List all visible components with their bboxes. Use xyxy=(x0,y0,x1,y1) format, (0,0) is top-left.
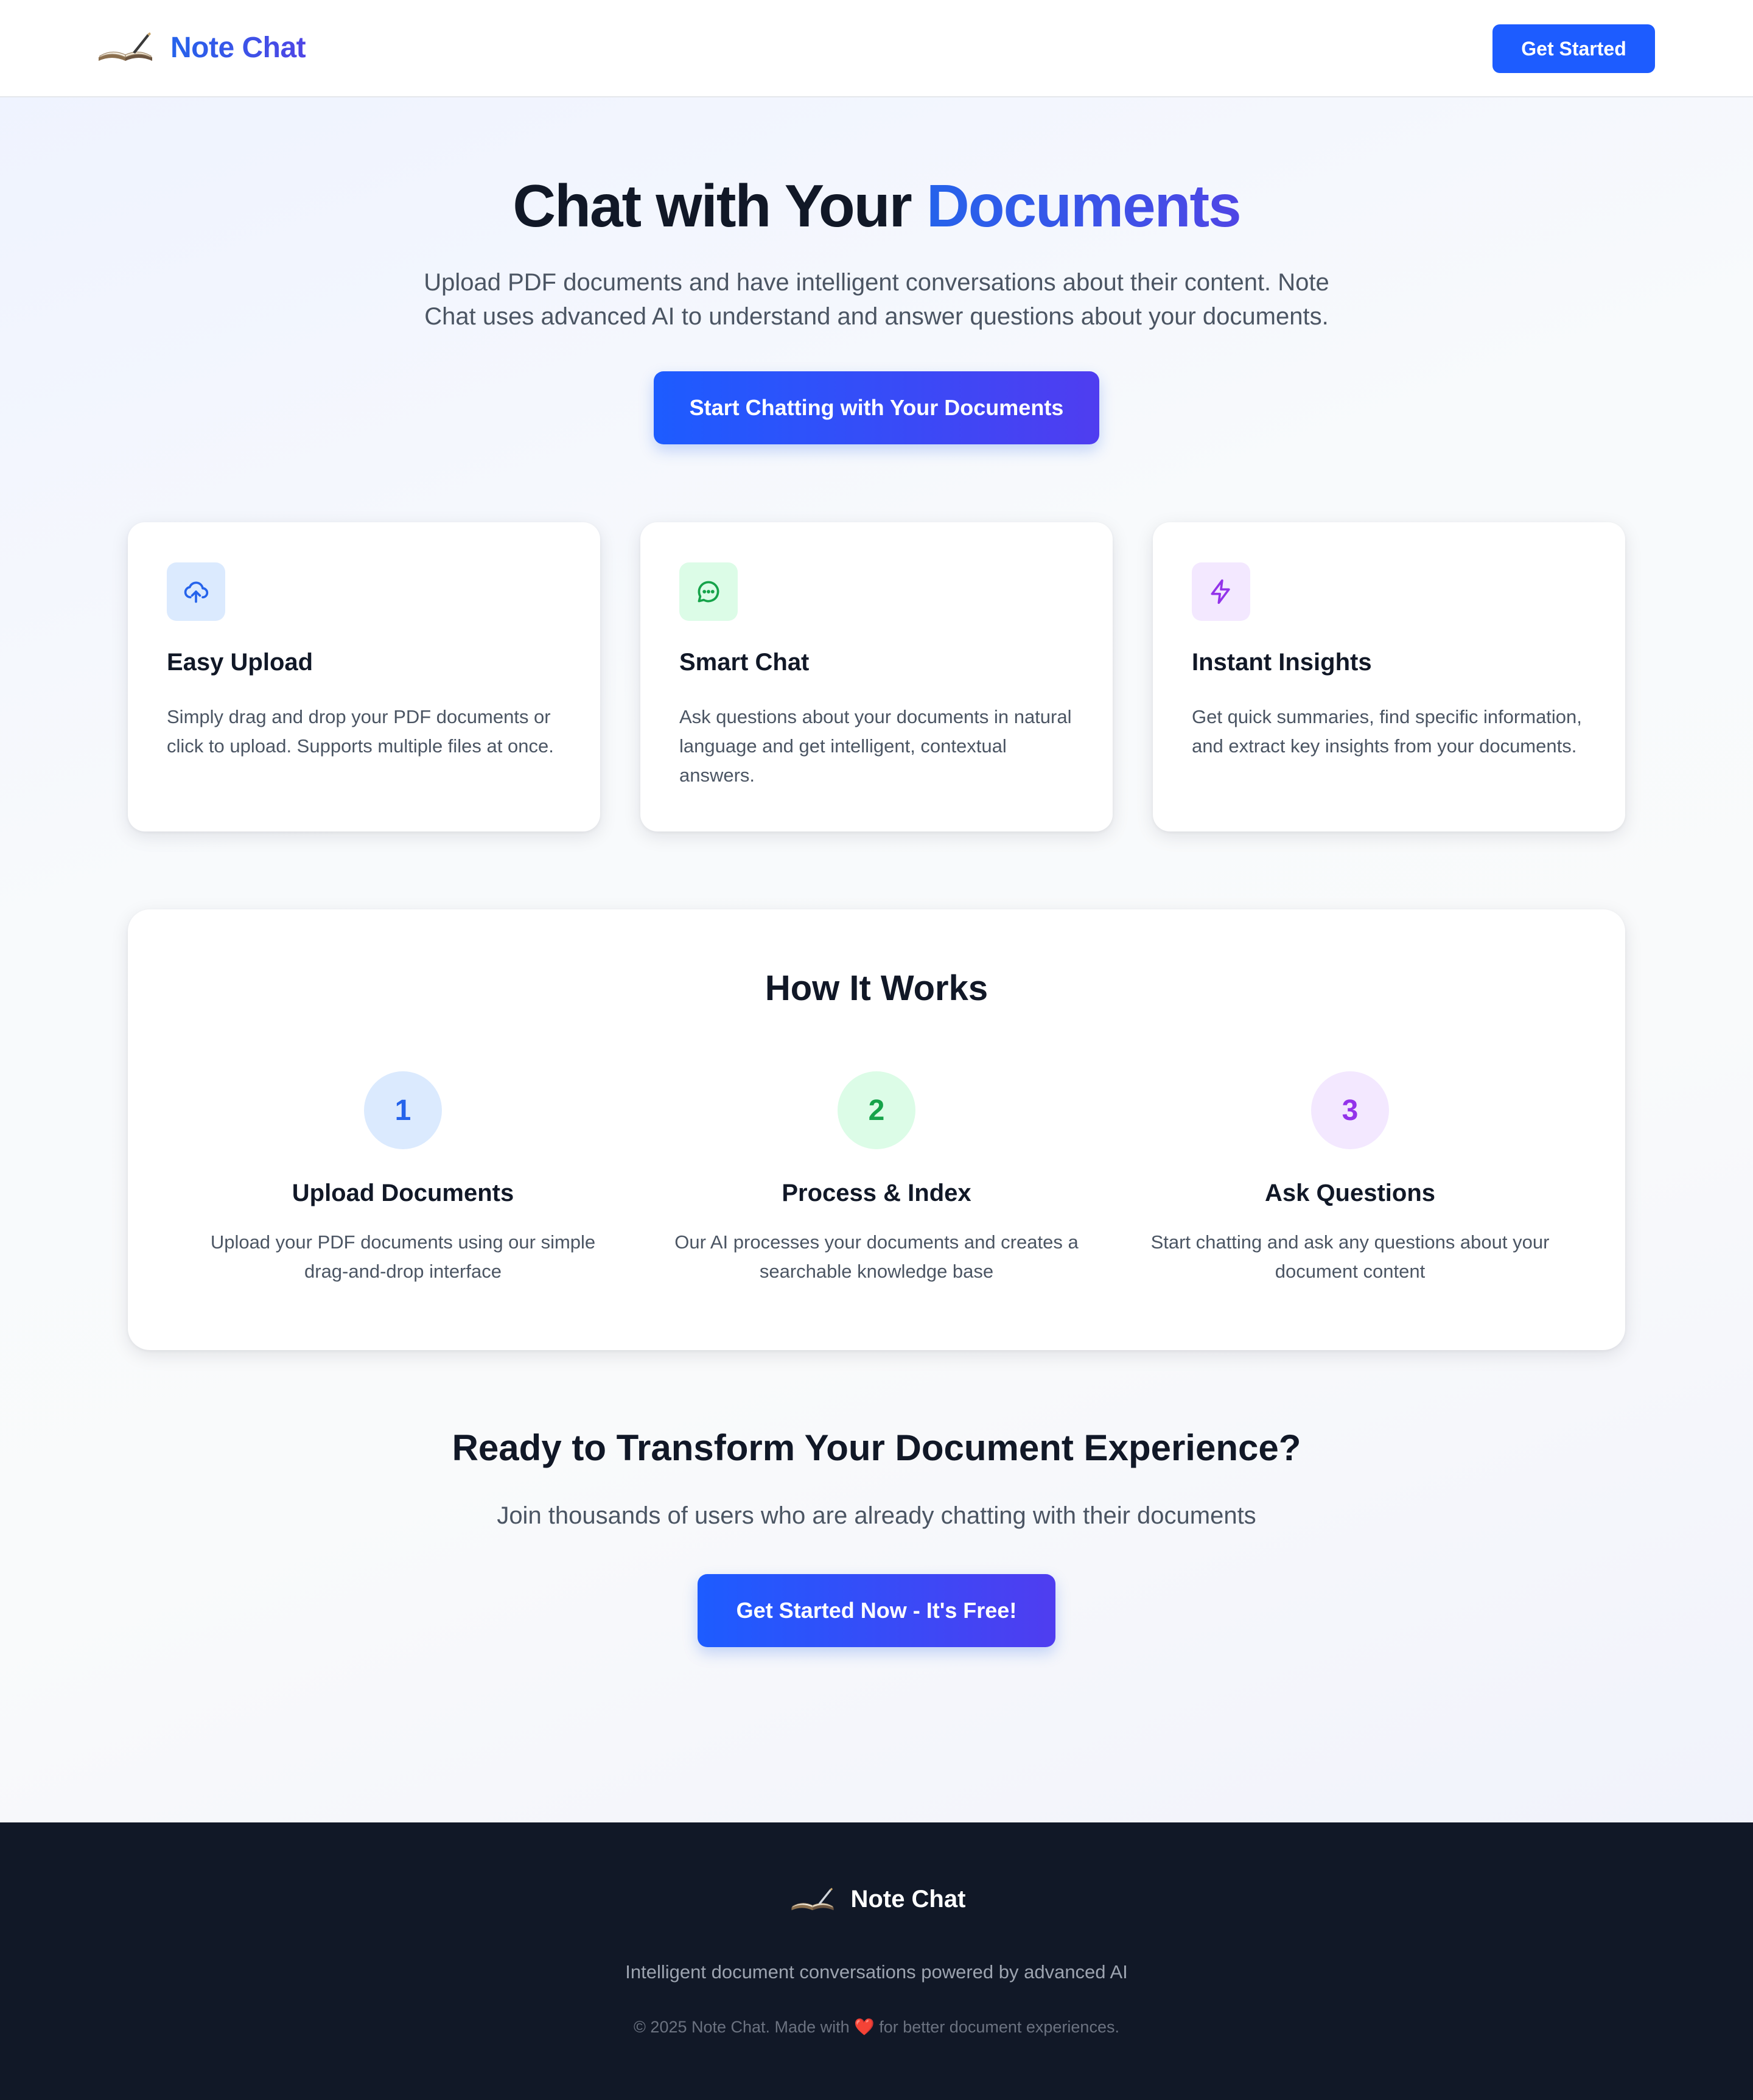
open-book-logo-icon xyxy=(791,1887,834,1910)
feature-description: Get quick summaries, find specific infor… xyxy=(1192,706,1582,757)
step-title: Upload Documents xyxy=(292,1180,514,1206)
step-title: Ask Questions xyxy=(1264,1180,1436,1206)
ready-subtitle: Join thousands of users who are already … xyxy=(497,1502,1256,1529)
heart-icon: ❤️ xyxy=(854,2018,875,2036)
hero-title-accent: Documents xyxy=(926,172,1242,239)
feature-card-smart-chat: Smart Chat Ask questions about your docu… xyxy=(640,522,1113,831)
lightning-icon xyxy=(1192,562,1250,621)
upload-cloud-icon xyxy=(167,562,225,621)
step-number-badge: 1 xyxy=(364,1071,442,1149)
get-started-button[interactable]: Get Started xyxy=(1492,24,1655,73)
feature-title: Instant Insights xyxy=(1192,649,1372,676)
footer-tagline: Intelligent document conversations power… xyxy=(625,1961,1128,1983)
how-it-works-section: How It Works 1 Upload Documents Upload y… xyxy=(128,909,1625,1350)
step-description: Upload your PDF documents using our simp… xyxy=(210,1231,596,1282)
hero-subtitle: Upload PDF documents and have intelligen… xyxy=(424,269,1329,330)
step-title: Process & Index xyxy=(782,1180,971,1206)
feature-description: Simply drag and drop your PDF documents … xyxy=(167,706,554,757)
step-number-badge: 2 xyxy=(838,1071,915,1149)
chat-bubble-icon xyxy=(679,562,738,621)
top-navigation-bar: Note Chat Get Started xyxy=(0,0,1753,97)
footer-copyright: © 2025 Note Chat. Made with ❤️ for bette… xyxy=(0,2017,1753,2037)
step-ask-questions: 3 Ask Questions Start chatting and ask a… xyxy=(1131,1071,1569,1286)
step-description: Our AI processes your documents and crea… xyxy=(674,1231,1079,1282)
hero-title: Chat with Your Documents xyxy=(0,172,1753,240)
feature-card-instant-insights: Instant Insights Get quick summaries, fi… xyxy=(1153,522,1625,831)
step-upload-documents: 1 Upload Documents Upload your PDF docum… xyxy=(184,1071,622,1286)
app-name: Note Chat xyxy=(170,31,306,64)
footer-app-name: Note Chat xyxy=(850,1886,966,1913)
feature-title: Smart Chat xyxy=(679,649,810,676)
step-number-badge: 3 xyxy=(1311,1071,1389,1149)
ready-title: Ready to Transform Your Document Experie… xyxy=(452,1427,1301,1468)
footer-brand: Note Chat xyxy=(0,1886,1753,1913)
brand-logo-link[interactable]: Note Chat xyxy=(96,30,306,65)
step-process-index: 2 Process & Index Our AI processes your … xyxy=(657,1071,1096,1286)
open-book-logo-icon xyxy=(99,32,152,61)
feature-title: Easy Upload xyxy=(167,649,313,676)
hero-title-prefix: Chat with Your xyxy=(513,172,926,239)
step-description: Start chatting and ask any questions abo… xyxy=(1150,1231,1550,1282)
get-started-free-button[interactable]: Get Started Now - It's Free! xyxy=(698,1574,1055,1647)
page-footer: Note Chat Intelligent document conversat… xyxy=(0,1822,1753,2100)
start-chatting-button[interactable]: Start Chatting with Your Documents xyxy=(654,371,1099,444)
copyright-suffix: for better document experiences. xyxy=(874,2018,1119,2036)
section-title: How It Works xyxy=(765,968,988,1008)
feature-description: Ask questions about your documents in na… xyxy=(679,706,1072,786)
copyright-prefix: © 2025 Note Chat. Made with xyxy=(634,2018,855,2036)
feature-card-easy-upload: Easy Upload Simply drag and drop your PD… xyxy=(128,522,600,831)
